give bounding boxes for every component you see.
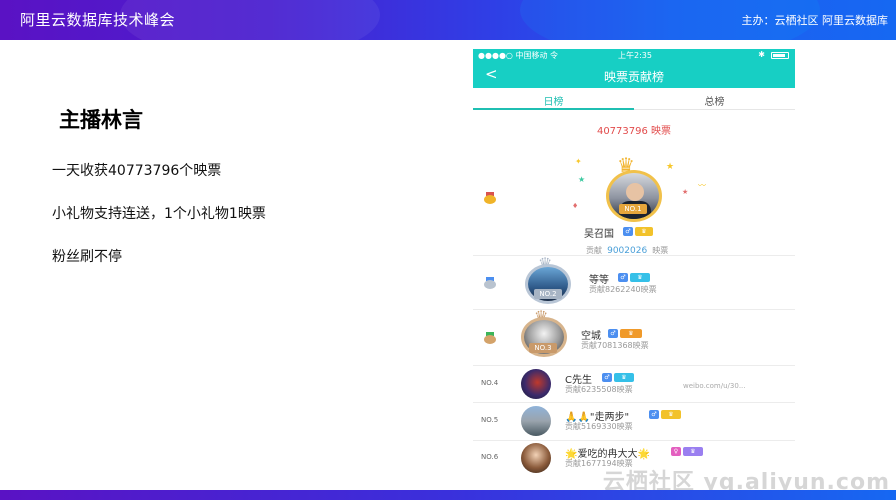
sparkle-icon: ★ [666,162,675,172]
sparkle-icon: ♦ [572,202,579,210]
level-badge: ♛ [635,227,653,236]
slide-footer [0,490,896,500]
slide-title: 阿里云数据库技术峰会 [20,11,176,29]
sparkle-icon: ★ [578,175,586,184]
contribution: 贡献6235508映票 [565,385,633,394]
sparkle-icon: 〰 [698,181,706,190]
bronze-medal-icon [484,332,496,344]
divider [473,402,795,403]
level-badge: ♛ [683,447,703,456]
slide-host: 主办：云栖社区 阿里云数据库 [741,14,889,27]
avatar [521,369,551,399]
avatar [606,170,662,222]
total-votes: 40773796 映票 [596,126,672,137]
phone-screenshot: ●●●●○ 中国移动 令 上午2:35 ✱ < 映票贡献榜 日榜 总榜 4077… [473,49,795,489]
rank-tag: NO.3 [529,343,557,353]
bullet-2: 小礼物支持连送，1个小礼物1映票 [52,206,266,222]
carrier-signal: ●●●●○ 中国移动 令 [478,51,558,60]
tab-bar: 日榜 总榜 [473,88,795,110]
sparkle-icon: ✦ [575,157,582,166]
gender-badge: ♂ [608,329,618,338]
gender-badge: ♂ [618,273,628,282]
gold-medal-icon [484,192,496,204]
contribution: 贡献5169330映票 [565,422,633,431]
avatar [521,406,551,436]
rank-tag: NO.1 [619,204,647,214]
gender-badge: ♂ [623,227,633,236]
tab-active-indicator [473,108,634,110]
weibo-watermark: weibo.com/u/30... [683,382,746,390]
slide-header: 阿里云数据库技术峰会 主办：云栖社区 阿里云数据库 [0,0,896,40]
anchor-title: 主播林言 [59,108,143,132]
rank-number: NO.6 [481,453,499,461]
rank-number: NO.4 [481,379,499,387]
gender-badge: ♂ [649,410,659,419]
bullet-3: 粉丝刷不停 [52,249,122,265]
bullet-1: 一天收获40773796个映票 [52,163,222,179]
divider [473,309,795,310]
gender-badge: ♂ [602,373,612,382]
rank-tag: NO.2 [534,289,562,299]
gender-badge: ♀ [671,447,681,456]
divider [473,440,795,441]
level-badge: ♛ [614,373,634,382]
rank-number: NO.5 [481,416,499,424]
divider [473,365,795,366]
silver-medal-icon [484,277,496,289]
sparkle-icon: ★ [682,188,689,196]
contribution: 贡献8262240映票 [589,285,657,294]
avatar [521,443,551,473]
level-badge: ♛ [630,273,650,282]
contribution: 贡献7081368映票 [581,341,649,350]
battery-icon [771,52,789,59]
status-time: 上午2:35 [618,51,652,60]
level-badge: ♛ [661,410,681,419]
page-title: 映票贡献榜 [603,70,664,84]
bluetooth-icon: ✱ [758,50,765,59]
level-badge: ♛ [620,329,642,338]
divider [473,255,795,256]
tab-total[interactable]: 总榜 [634,93,795,108]
nav-bar: < 映票贡献榜 [473,62,795,88]
status-bar: ●●●●○ 中国移动 令 上午2:35 ✱ [473,49,795,62]
tab-daily[interactable]: 日榜 [473,93,634,108]
